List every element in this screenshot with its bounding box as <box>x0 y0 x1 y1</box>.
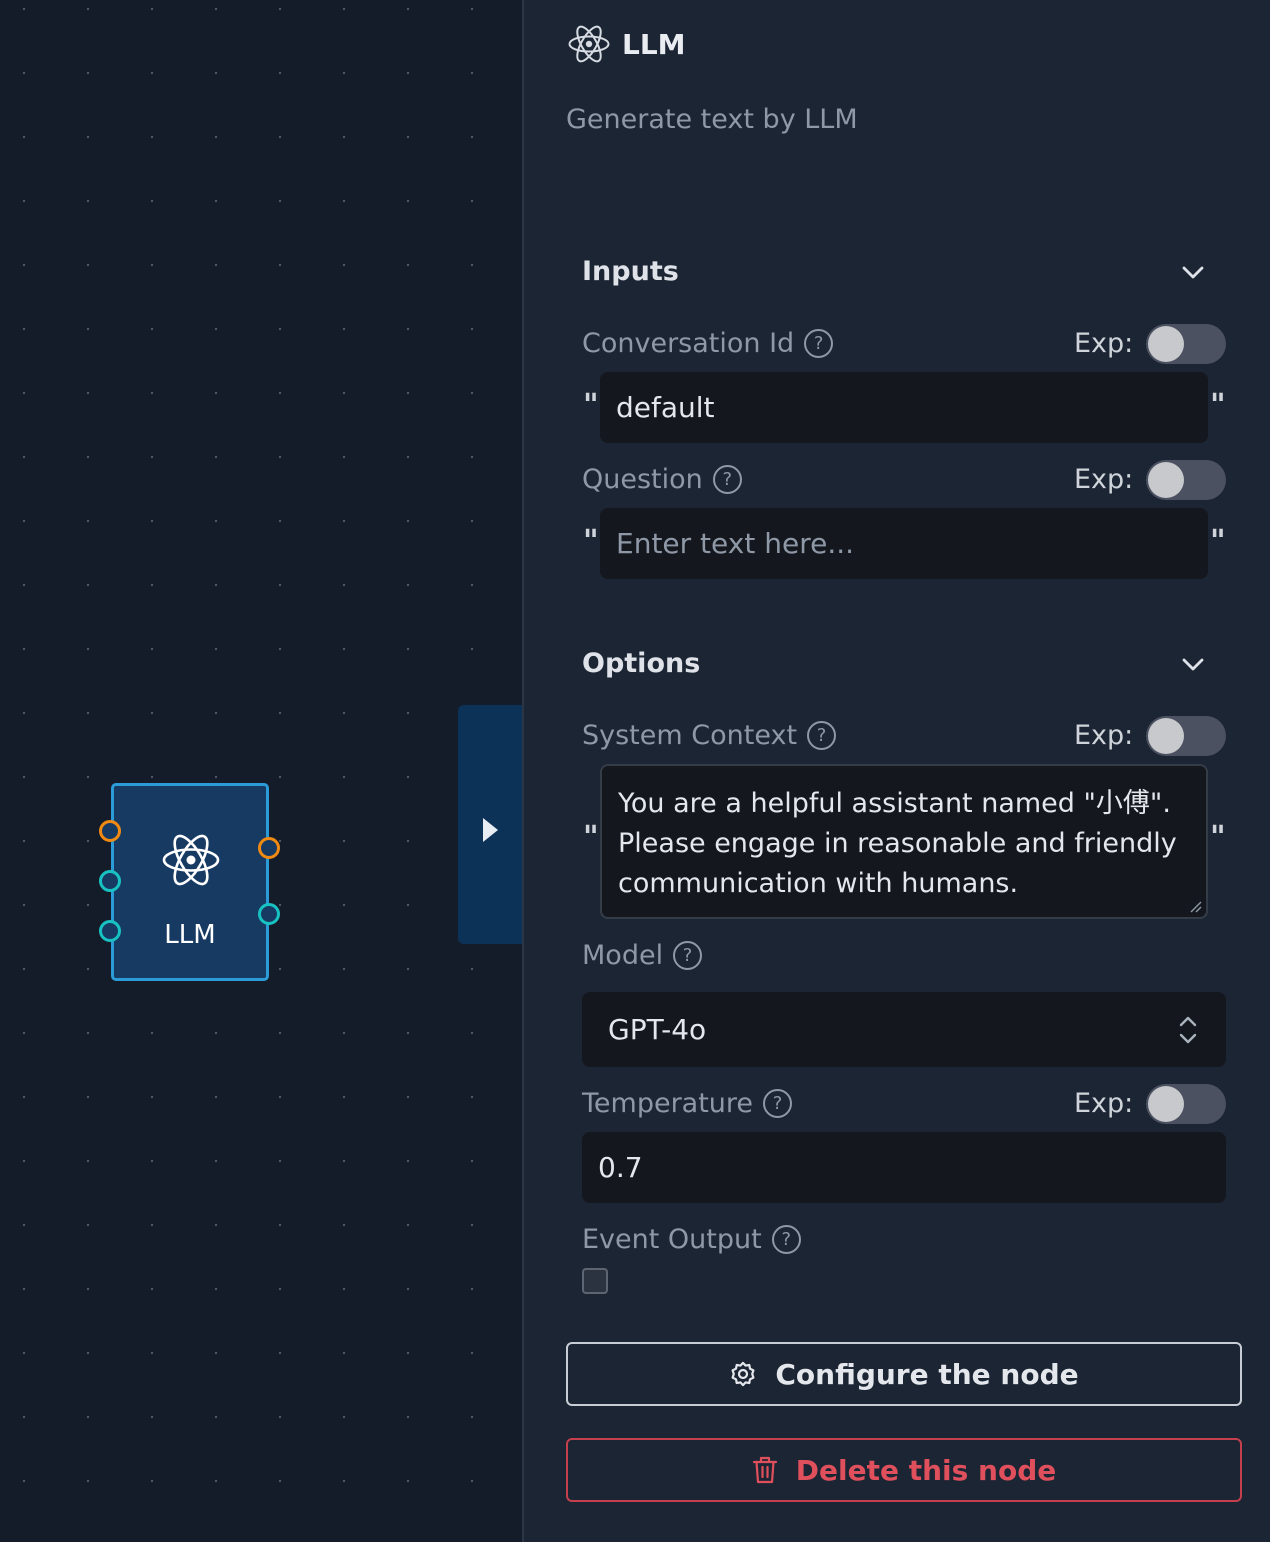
temperature-label: Temperature ? <box>582 1088 793 1119</box>
system-context-label: System Context ? <box>582 720 837 751</box>
input-port-teal-2[interactable] <box>99 920 121 942</box>
help-icon[interactable]: ? <box>712 465 742 494</box>
configure-node-label: Configure the node <box>775 1357 1079 1391</box>
system-context-label-text: System Context <box>582 720 798 751</box>
model-label-text: Model <box>582 940 664 971</box>
system-context-text: You are a helpful assistant named "小傅". … <box>618 788 1177 899</box>
input-port-orange[interactable] <box>99 820 121 842</box>
delete-node-button[interactable]: Delete this node <box>566 1438 1242 1502</box>
trash-icon <box>752 1456 777 1484</box>
question-input[interactable]: Enter text here... <box>600 508 1208 579</box>
output-port-orange[interactable] <box>258 837 280 859</box>
system-context-exp-toggle[interactable] <box>1146 716 1226 756</box>
question-exp-toggle[interactable] <box>1146 460 1226 500</box>
input-port-teal-1[interactable] <box>99 870 121 892</box>
exp-label: Exp: <box>1074 464 1134 495</box>
model-select[interactable]: GPT-4o <box>582 992 1226 1067</box>
system-context-textarea[interactable]: You are a helpful assistant named "小傅". … <box>600 764 1208 919</box>
gear-icon <box>731 1361 755 1387</box>
temperature-exp-toggle[interactable] <box>1146 1084 1226 1124</box>
caret-right-icon <box>483 818 498 842</box>
node-properties-panel: LLM Generate text by LLM Inputs Conversa… <box>522 0 1270 1542</box>
select-updown-icon <box>1179 1016 1197 1044</box>
llm-node[interactable]: LLM <box>111 783 269 981</box>
question-label-text: Question <box>582 464 703 495</box>
temperature-input[interactable]: 0.7 <box>582 1132 1226 1203</box>
help-icon[interactable]: ? <box>771 1225 801 1254</box>
open-quote: " <box>583 388 599 423</box>
help-icon[interactable]: ? <box>804 329 834 358</box>
options-section-title: Options <box>582 648 701 679</box>
chevron-down-icon[interactable] <box>1180 259 1206 285</box>
delete-node-label: Delete this node <box>795 1453 1057 1487</box>
panel-title: LLM <box>622 28 686 61</box>
help-icon[interactable]: ? <box>763 1089 793 1118</box>
chevron-down-icon[interactable] <box>1180 651 1206 677</box>
atom-icon <box>568 25 610 63</box>
event-output-checkbox[interactable] <box>582 1268 608 1294</box>
node-label: LLM <box>164 920 216 950</box>
conversation-id-label-text: Conversation Id <box>582 328 795 359</box>
event-output-label-text: Event Output <box>582 1224 762 1255</box>
output-port-teal[interactable] <box>258 903 280 925</box>
help-icon[interactable]: ? <box>807 721 837 750</box>
conversation-id-exp-toggle[interactable] <box>1146 324 1226 364</box>
atom-icon <box>162 834 220 886</box>
flow-canvas[interactable]: LLM <box>0 0 522 1542</box>
exp-label: Exp: <box>1074 328 1134 359</box>
help-icon[interactable]: ? <box>673 941 703 970</box>
open-quote: " <box>583 524 599 559</box>
panel-description: Generate text by LLM <box>566 104 858 135</box>
event-output-label: Event Output ? <box>582 1224 801 1255</box>
resize-handle-icon[interactable] <box>1190 901 1202 913</box>
collapse-panel-button[interactable] <box>458 705 522 944</box>
exp-label: Exp: <box>1074 720 1134 751</box>
open-quote: " <box>583 820 599 855</box>
temperature-label-text: Temperature <box>582 1088 754 1119</box>
conversation-id-input[interactable]: default <box>600 372 1208 443</box>
configure-node-button[interactable]: Configure the node <box>566 1342 1242 1406</box>
model-label: Model ? <box>582 940 703 971</box>
inputs-section-title: Inputs <box>582 256 679 287</box>
close-quote: " <box>1210 388 1226 423</box>
conversation-id-label: Conversation Id ? <box>582 328 834 359</box>
question-label: Question ? <box>582 464 742 495</box>
model-selected-value: GPT-4o <box>608 1013 707 1046</box>
close-quote: " <box>1210 524 1226 559</box>
exp-label: Exp: <box>1074 1088 1134 1119</box>
close-quote: " <box>1210 820 1226 855</box>
